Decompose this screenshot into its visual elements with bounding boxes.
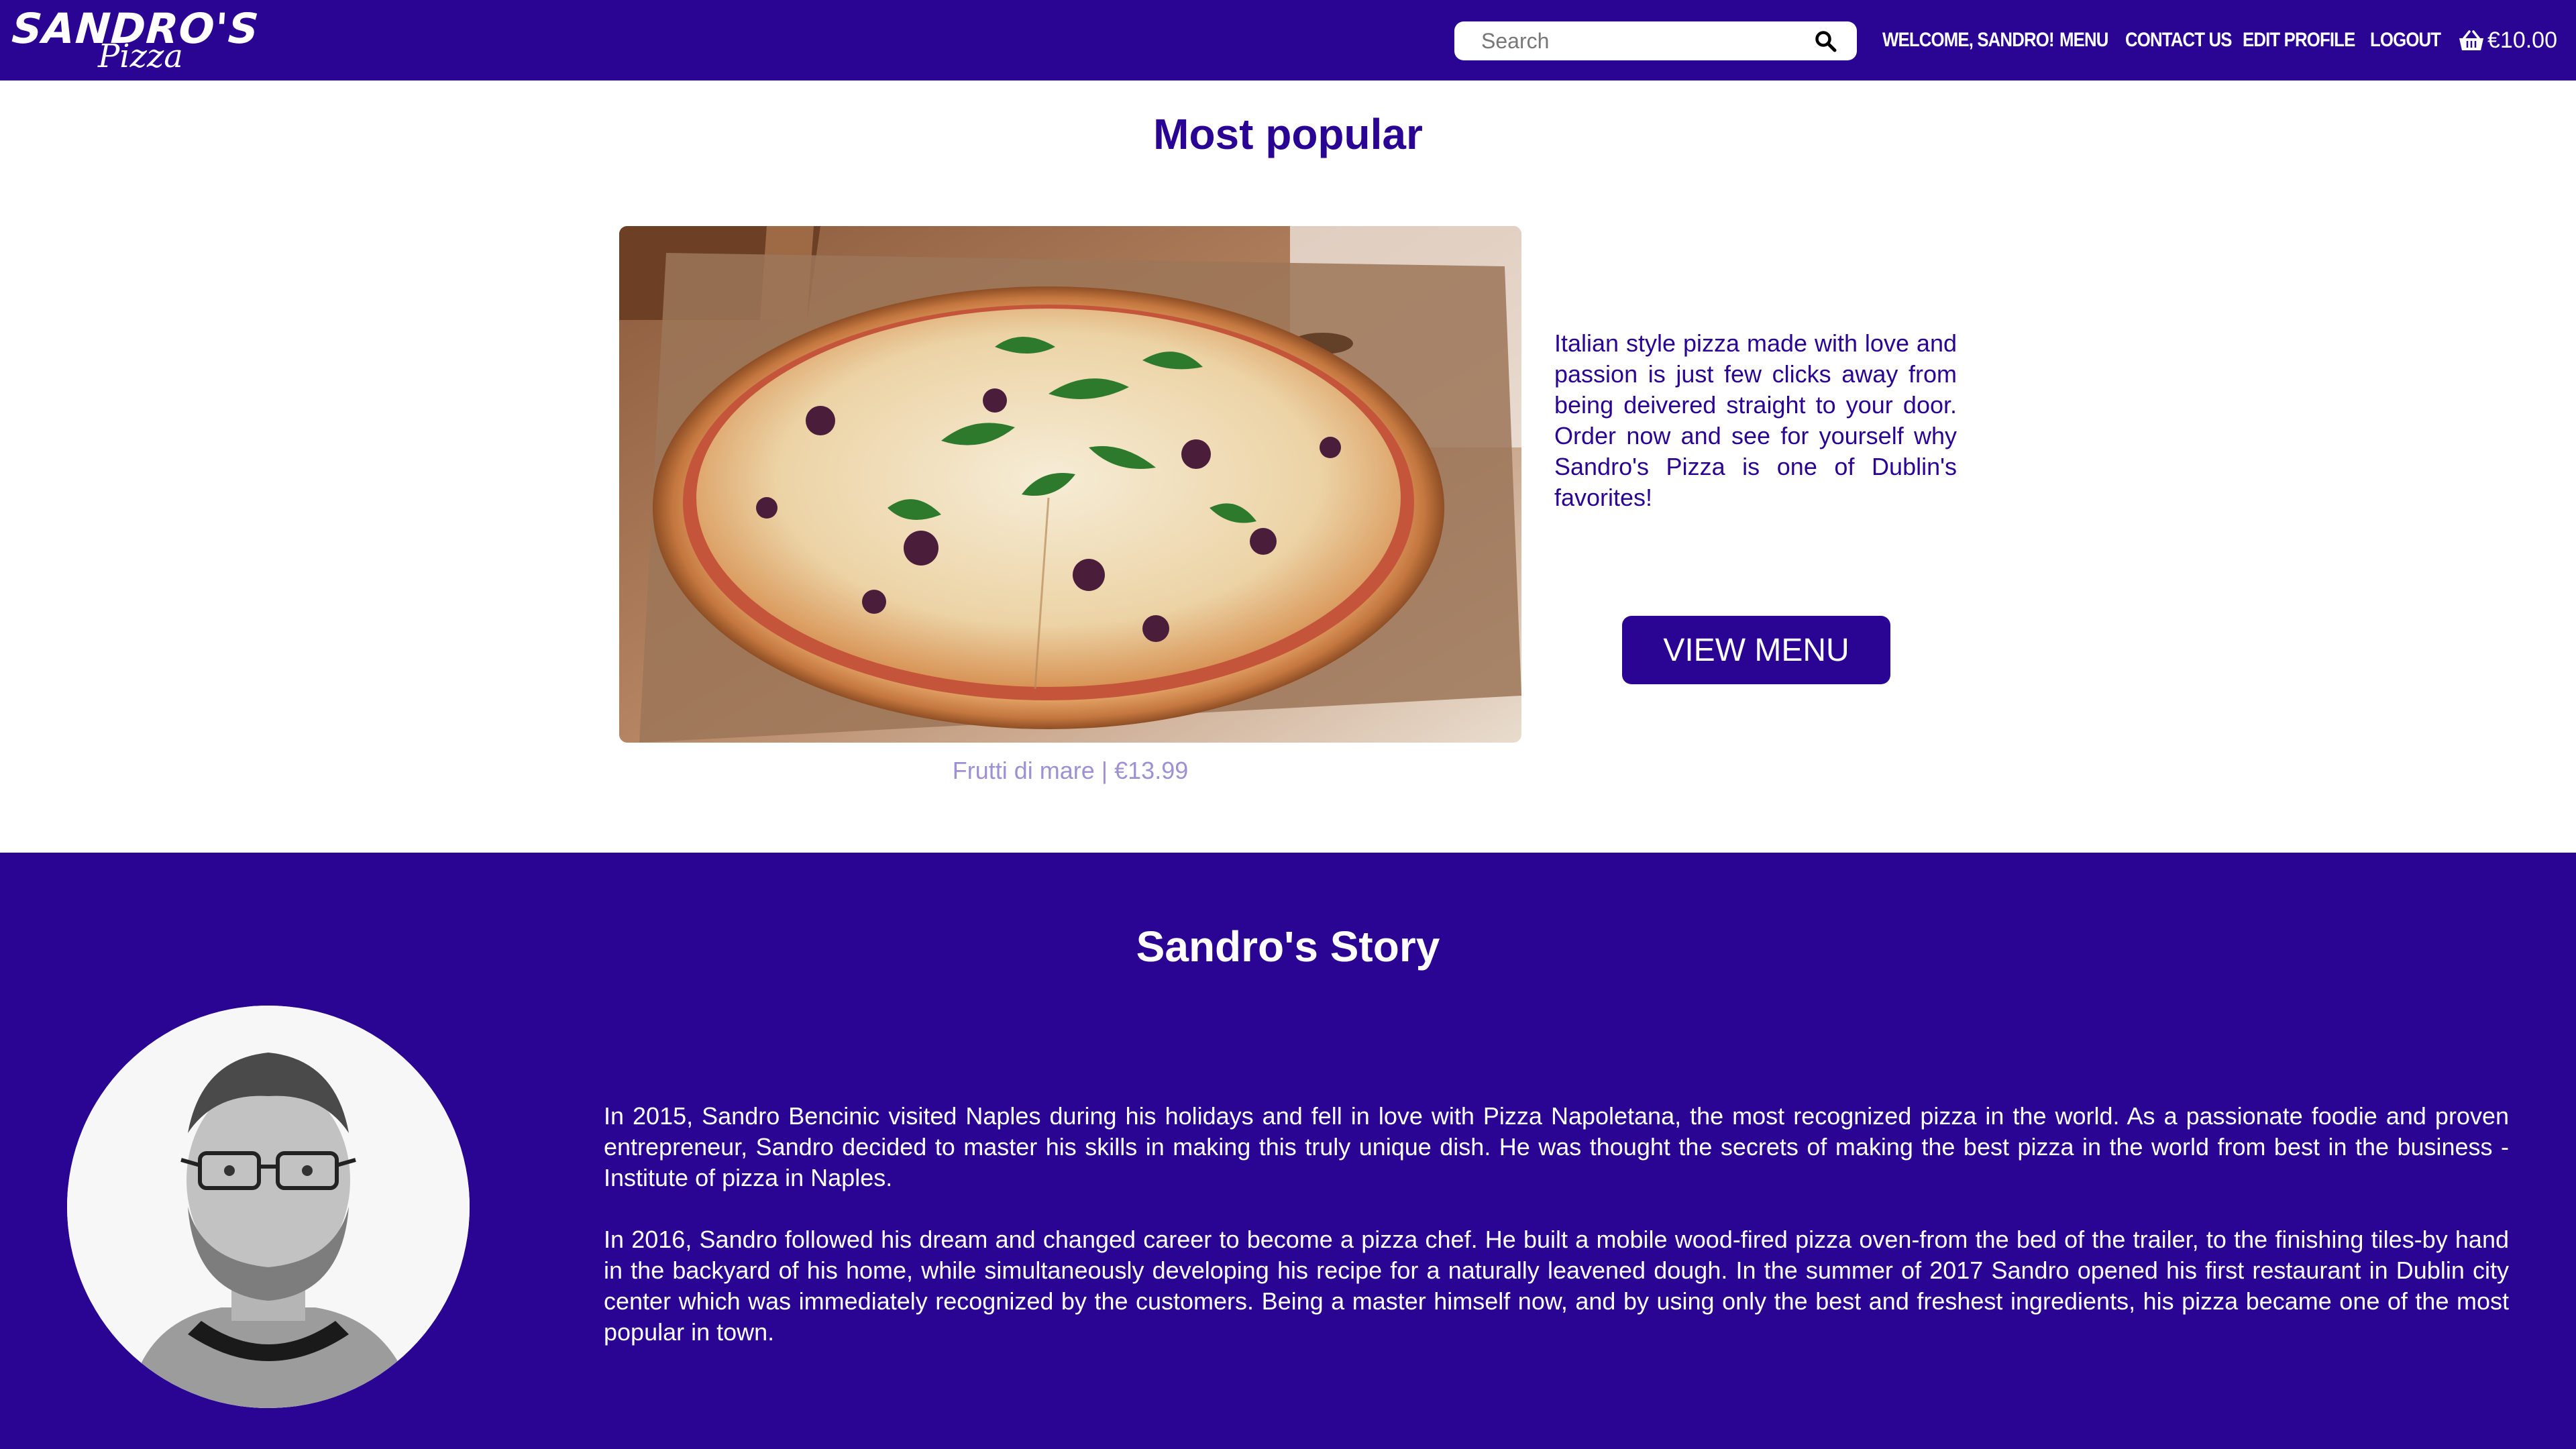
story-paragraph: In 2015, Sandro Bencinic visited Naples …	[604, 1102, 2509, 1191]
nav-logout-link[interactable]: Logout	[2370, 24, 2441, 56]
search-input[interactable]	[1480, 21, 1802, 60]
intro-text: Italian style pizza made with love and p…	[1554, 329, 1957, 511]
chef-portrait	[67, 1006, 470, 1408]
chef-portrait-illustration	[67, 1006, 470, 1408]
cart-total: €10.00	[2487, 28, 2557, 53]
popular-section-title: Most popular	[1153, 110, 1423, 158]
featured-pizza-image[interactable]	[619, 226, 1521, 743]
brand-logo[interactable]: SANDRO'S Pizza	[10, 4, 260, 75]
search-bar	[1454, 21, 1857, 60]
nav-menu-link[interactable]: Menu	[2059, 24, 2108, 56]
logo-script: Pizza	[98, 38, 183, 75]
pizza-photo-illustration	[619, 226, 1521, 743]
basket-icon	[2459, 30, 2483, 50]
nav-edit-profile-link[interactable]: Edit Profile	[2243, 24, 2355, 56]
top-navbar: SANDRO'S Pizza Welcome, Sandro! Menu Con…	[0, 0, 2576, 80]
featured-pizza-caption: Frutti di mare | €13.99	[952, 757, 1189, 784]
view-menu-button[interactable]: VIEW MENU	[1622, 616, 1890, 684]
story-body: In 2015, Sandro Bencinic visited Naples …	[604, 1101, 2509, 1379]
story-title: Sandro's Story	[1136, 922, 1440, 971]
story-paragraph: In 2016, Sandro followed his dream and c…	[604, 1226, 2509, 1346]
search-icon[interactable]	[1814, 30, 1837, 52]
nav-contact-link[interactable]: Contact Us	[2125, 24, 2232, 56]
nav-welcome-link[interactable]: Welcome, Sandro!	[1882, 24, 2055, 56]
story-section: Sandro's Story In 2015, Sandro Bencinic …	[0, 853, 2576, 1449]
